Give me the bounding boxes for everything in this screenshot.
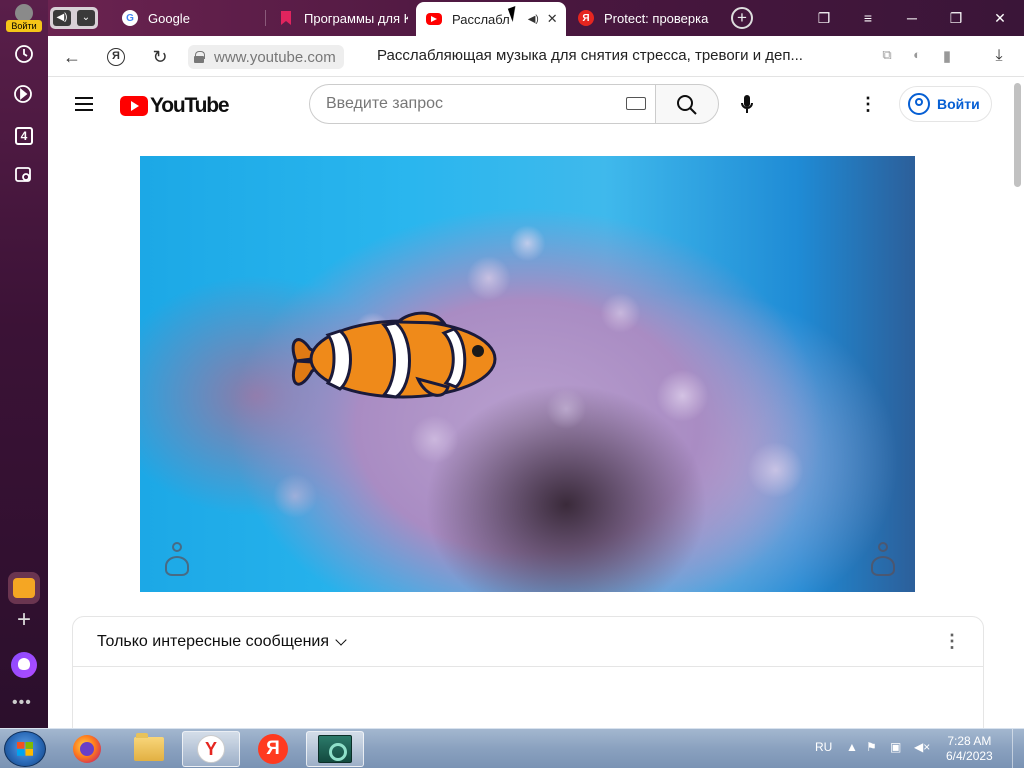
show-hidden-icons[interactable]: ▲ [846, 740, 858, 754]
firefox-taskbar-button[interactable] [58, 731, 116, 767]
show-desktop-button[interactable] [1012, 729, 1024, 768]
firefox-icon [73, 735, 101, 763]
yandex-icon: Я [107, 48, 125, 66]
folder-icon [134, 733, 164, 761]
youtube-icon [426, 13, 442, 25]
tab-programs[interactable]: Программы для K [268, 0, 408, 36]
close-window-button[interactable]: ✕ [986, 6, 1014, 30]
page-title[interactable]: Расслабляющая музыка для снятия стресса,… [377, 47, 803, 64]
tab-google[interactable]: G Google [112, 0, 262, 36]
system-clock[interactable]: 7:28 AM 6/4/2023 [946, 734, 993, 764]
tab-youtube-active[interactable]: Расслабл ◀) ✕ [416, 2, 566, 36]
tab-collection-icon[interactable]: ❐ [810, 6, 838, 30]
page-scrollbar[interactable] [1012, 77, 1024, 728]
yandex-browser-taskbar-button[interactable]: Y [182, 731, 240, 767]
search-button[interactable] [655, 84, 719, 124]
chevron-down-icon [335, 633, 347, 646]
tabs-count-badge: 4 [15, 127, 33, 145]
screenshot-icon[interactable] [12, 164, 36, 188]
back-button[interactable]: ← [60, 45, 84, 69]
yandex-home-button[interactable]: Я [104, 45, 128, 69]
guide-menu-icon[interactable] [75, 97, 93, 111]
scrollbar-thumb[interactable] [1014, 83, 1021, 187]
video-frame [140, 156, 915, 592]
chat-more-icon[interactable]: ⋮ [943, 632, 961, 650]
chat-filter-dropdown[interactable]: Только интересные сообщения [73, 617, 983, 667]
tab-title: Protect: проверка [604, 10, 709, 26]
clownfish-image [291, 311, 497, 399]
network-icon[interactable]: ▣ [890, 740, 901, 754]
tab-title: Расслабл [452, 11, 510, 27]
download-icon[interactable]: ⤓ [989, 47, 1009, 67]
youtube-play-icon [120, 96, 148, 116]
search-placeholder: Введите запрос [326, 95, 443, 112]
video-player[interactable] [140, 156, 915, 592]
address-bar[interactable]: www.youtube.com [188, 45, 344, 69]
profile-button[interactable]: Войти [6, 4, 42, 32]
microphone-icon [741, 95, 753, 113]
volume-muted-icon[interactable]: ◀× [914, 740, 930, 754]
yandex-browser-icon: Y [197, 735, 225, 763]
tab-title: Программы для K [304, 10, 408, 26]
mail-button[interactable] [8, 572, 40, 604]
profile-login-label: Войти [6, 20, 42, 32]
action-center-icon[interactable]: ⚑ [866, 740, 877, 754]
chat-filter-label: Только интересные сообщения [97, 632, 330, 650]
media-app-icon [318, 735, 352, 763]
search-icon [677, 95, 697, 115]
youtube-page: YouTube Введите запрос ⋮ Войти Только ин… [48, 77, 1012, 728]
voice-search-button[interactable] [735, 92, 759, 116]
protect-shield-icon[interactable]: ◐ [907, 47, 927, 67]
channel-watermark-icon [162, 542, 192, 580]
reload-button[interactable]: ↻ [148, 45, 172, 69]
start-button[interactable] [4, 731, 46, 767]
add-sidebar-item-button[interactable]: + [8, 606, 40, 636]
live-chat-panel: Только интересные сообщения ⋮ [72, 616, 984, 728]
tab-protect[interactable]: Я Protect: проверка [568, 0, 718, 36]
channel-branding-icon[interactable] [868, 542, 898, 580]
youtube-logo[interactable]: YouTube [120, 94, 230, 118]
minimize-button[interactable]: ─ [898, 6, 926, 30]
chevron-down-icon[interactable]: ⌄ [77, 10, 95, 26]
bookmark-icon [278, 10, 294, 26]
close-tab-icon[interactable]: ✕ [547, 11, 558, 27]
browser-toolbar: ← Я ↻ www.youtube.com Расслабляющая музы… [48, 36, 1024, 77]
sidebar-more-icon[interactable]: ••• [12, 694, 32, 712]
account-icon [908, 93, 930, 115]
url-host: www.youtube.com [214, 48, 336, 66]
mail-icon [13, 578, 35, 598]
speaker-icon[interactable]: ◀) [53, 10, 71, 26]
signin-button[interactable]: Войти [899, 86, 992, 122]
search-input[interactable]: Введите запрос [309, 84, 656, 124]
tabs-count-button[interactable]: 4 [12, 124, 36, 148]
media-player-icon[interactable] [12, 84, 36, 108]
keyboard-icon[interactable] [626, 97, 646, 110]
yandex-icon: Я [258, 734, 288, 764]
tab-title: Google [148, 10, 190, 26]
alice-assistant-icon[interactable] [11, 652, 37, 678]
youtube-logo-text: YouTube [150, 94, 230, 117]
tab-audio-icon[interactable]: ◀) [528, 14, 539, 25]
picture-in-picture-icon[interactable]: ⧉ [877, 47, 897, 67]
restore-button[interactable]: ❐ [942, 6, 970, 30]
browser-menu-icon[interactable]: ≡ [854, 6, 882, 30]
taskbar: Y Я RU ▲ ⚑ ▣ ◀× 7:28 AM 6/4/2023 [0, 728, 1024, 768]
google-icon: G [122, 10, 138, 26]
yandex-icon: Я [578, 10, 594, 26]
lock-icon [194, 51, 205, 63]
yandex-taskbar-button[interactable]: Я [244, 731, 302, 767]
explorer-taskbar-button[interactable] [120, 731, 178, 767]
media-app-taskbar-button[interactable] [306, 731, 364, 767]
bookmark-add-icon[interactable]: ▮ [937, 47, 957, 67]
clock-date: 6/4/2023 [946, 749, 993, 763]
new-tab-button[interactable]: + [731, 7, 753, 29]
history-icon[interactable] [12, 44, 36, 68]
audio-control[interactable]: ◀) ⌄ [50, 7, 98, 29]
language-indicator[interactable]: RU [815, 740, 832, 754]
browser-sidebar: Войти 4 + ••• [0, 0, 48, 728]
signin-label: Войти [937, 96, 980, 112]
settings-more-icon[interactable]: ⋮ [858, 93, 878, 115]
clock-time: 7:28 AM [947, 734, 992, 748]
